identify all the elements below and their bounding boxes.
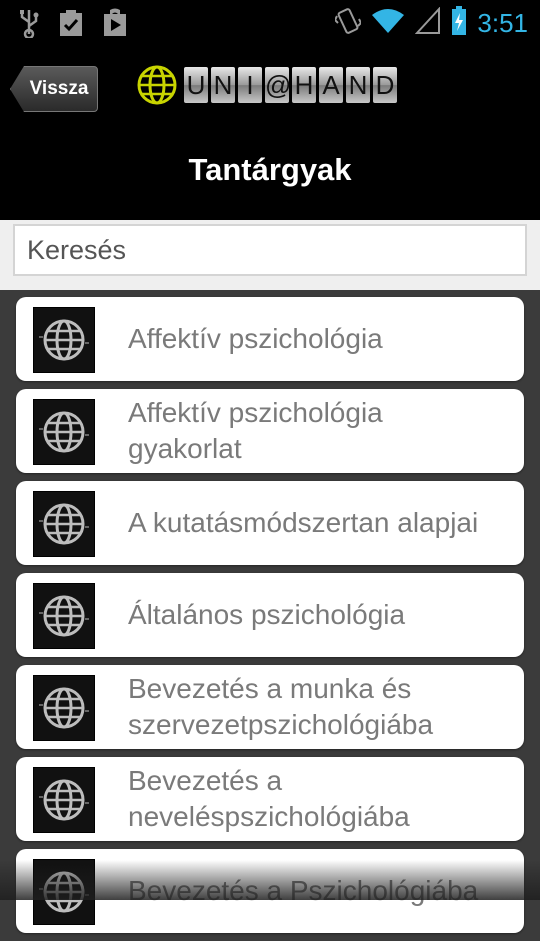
subject-globe-icon	[33, 399, 95, 465]
list-item[interactable]: Affektív pszichológia gyakorlat	[16, 389, 524, 473]
play-store-icon	[102, 8, 128, 42]
globe-logo-icon	[137, 65, 177, 105]
app-logo: U N I @ H A N D	[136, 64, 400, 106]
subject-list: Affektív pszichológia Affektív pszichológ…	[16, 297, 524, 941]
subject-label: Affektív pszichológia gyakorlat	[128, 397, 383, 464]
subject-globe-icon	[33, 767, 95, 833]
subject-label: A kutatásmódszertan alapjai	[128, 507, 479, 538]
list-item[interactable]: Affektív pszichológia	[16, 297, 524, 381]
list-item[interactable]: Általános pszichológia	[16, 573, 524, 657]
subject-label: Bevezetés a munka és szervezetpszichológ…	[128, 673, 434, 740]
status-bar: 3:51	[0, 0, 540, 44]
wifi-icon	[371, 7, 405, 39]
logo-letter: I	[238, 67, 262, 103]
logo-letter: U	[184, 67, 208, 103]
app-header: Vissza U N I @ H A N D Tantárgyak	[0, 44, 540, 220]
logo-wordmark: U N I @ H A N D	[184, 67, 400, 103]
subject-label: Bevezetés a neveléspszichológiába	[128, 765, 410, 832]
back-button[interactable]: Vissza	[10, 66, 98, 112]
list-item[interactable]: Bevezetés a Pszichológiába	[16, 849, 524, 933]
logo-letter: A	[319, 67, 343, 103]
list-item[interactable]: A kutatásmódszertan alapjai	[16, 481, 524, 565]
subject-globe-icon	[33, 583, 95, 649]
subject-label: Affektív pszichológia	[128, 323, 383, 354]
logo-letter: @	[265, 67, 291, 103]
page-title: Tantárgyak	[188, 152, 352, 187]
subject-label: Általános pszichológia	[128, 599, 406, 630]
subject-globe-icon	[33, 675, 95, 741]
subject-globe-icon	[33, 491, 95, 557]
subject-globe-icon	[33, 859, 95, 925]
vibrate-icon	[334, 6, 363, 40]
logo-letter: N	[211, 67, 235, 103]
list-item[interactable]: Bevezetés a neveléspszichológiába	[16, 757, 524, 841]
search-bar	[0, 220, 540, 290]
clipboard-check-icon	[58, 8, 84, 42]
list-item[interactable]: Bevezetés a munka és szervezetpszichológ…	[16, 665, 524, 749]
battery-charging-icon	[451, 6, 467, 40]
logo-letter: N	[346, 67, 370, 103]
logo-letter: D	[373, 67, 397, 103]
subject-label: Bevezetés a Pszichológiába	[128, 875, 479, 906]
clock: 3:51	[477, 7, 528, 38]
search-input[interactable]	[13, 224, 527, 276]
logo-letter: H	[292, 67, 316, 103]
signal-icon	[415, 6, 441, 39]
subject-globe-icon	[33, 307, 95, 373]
usb-icon	[18, 8, 40, 42]
